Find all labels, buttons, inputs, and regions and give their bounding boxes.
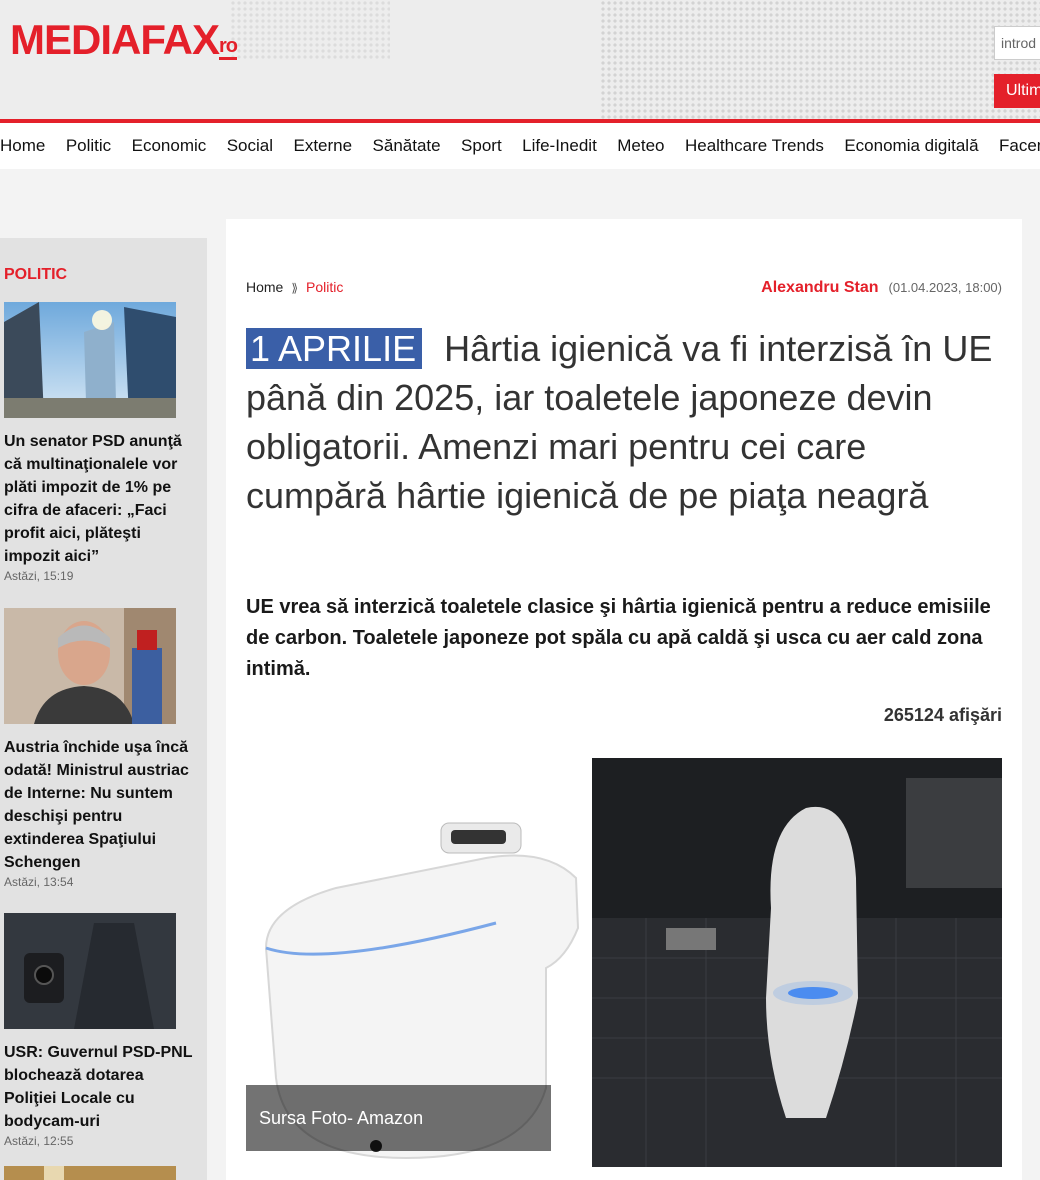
- sidebar-article-title[interactable]: Un senator PSD anunţă că multinaţionalel…: [4, 430, 196, 568]
- article-byline: Alexandru Stan (01.04.2023, 18:00): [761, 279, 1002, 297]
- nav-item-sanatate[interactable]: Sănătate: [373, 123, 441, 169]
- article-thumbnail-partial[interactable]: [4, 1166, 176, 1180]
- sidebar-article[interactable]: Austria închide uşa încă odată! Ministru…: [4, 608, 196, 889]
- nav-item-home[interactable]: Home: [0, 123, 45, 169]
- nav-item-externe[interactable]: Externe: [293, 123, 352, 169]
- nav-item-politic[interactable]: Politic: [66, 123, 111, 169]
- article-title: 1 APRILIE Hârtia igienică va fi interzisă…: [246, 324, 1006, 520]
- breadcrumb: Home ⟫ Politic: [246, 279, 343, 295]
- sidebar-title[interactable]: POLITIC: [4, 266, 67, 284]
- site-logo[interactable]: MEDIAFAXro: [10, 18, 238, 62]
- article-date: (01.04.2023, 18:00): [888, 280, 1002, 295]
- sidebar-article-date: Astăzi, 12:55: [4, 1134, 74, 1148]
- nav-item-facem-r[interactable]: Facem R: [999, 123, 1040, 169]
- nav-item-life-inedit[interactable]: Life-Inedit: [522, 123, 597, 169]
- article-tag: 1 APRILIE: [246, 328, 423, 369]
- nav-item-sport[interactable]: Sport: [461, 123, 502, 169]
- view-count: 265124 afişări: [883, 705, 1002, 725]
- sidebar-article-date: Astăzi, 13:54: [4, 875, 74, 889]
- world-map-decoration: [230, 0, 390, 60]
- sidebar: POLITIC Un senator PSD anunţă că multina…: [0, 238, 207, 1180]
- main-nav: Home Politic Economic Social Externe Săn…: [0, 123, 1040, 169]
- nav-item-economic[interactable]: Economic: [132, 123, 207, 169]
- photo-caption: Sursa Foto- Amazon: [246, 1085, 551, 1151]
- sidebar-article-title[interactable]: USR: Guvernul PSD-PNL blochează dotarea …: [4, 1041, 196, 1133]
- article-thumbnail-minister[interactable]: [4, 608, 176, 724]
- sidebar-article[interactable]: Un senator PSD anunţă că multinaţionalel…: [4, 302, 196, 583]
- breadcrumb-home[interactable]: Home: [246, 279, 283, 295]
- latest-news-button[interactable]: Ultim: [994, 74, 1040, 108]
- breadcrumb-separator-icon: ⟫: [291, 281, 299, 295]
- world-map-decoration: [600, 0, 1040, 119]
- sidebar-article-date: Astăzi, 15:19: [4, 569, 74, 583]
- article-thumbnail-buildings[interactable]: [4, 302, 176, 418]
- sidebar-article-title[interactable]: Austria închide uşa încă odată! Ministru…: [4, 736, 196, 874]
- search-input[interactable]: introd: [994, 26, 1040, 60]
- article-container: Home ⟫ Politic Alexandru Stan (01.04.2023, …: [226, 219, 1022, 1180]
- nav-item-healthcare-trends[interactable]: Healthcare Trends: [685, 123, 824, 169]
- article-lead: UE vrea să interzică toaletele clasice ş…: [246, 596, 991, 680]
- nav-item-economia-digitala[interactable]: Economia digitală: [844, 123, 978, 169]
- article-thumbnail-bodycam[interactable]: [4, 913, 176, 1029]
- breadcrumb-category[interactable]: Politic: [306, 279, 343, 295]
- article-photo[interactable]: Sursa Foto- Amazon: [246, 758, 1002, 1167]
- site-header: MEDIAFAXro introd Ultim: [0, 0, 1040, 119]
- sidebar-article[interactable]: USR: Guvernul PSD-PNL blochează dotarea …: [4, 913, 196, 1148]
- nav-item-social[interactable]: Social: [227, 123, 273, 169]
- author-link[interactable]: Alexandru Stan: [761, 279, 878, 296]
- nav-item-meteo[interactable]: Meteo: [617, 123, 664, 169]
